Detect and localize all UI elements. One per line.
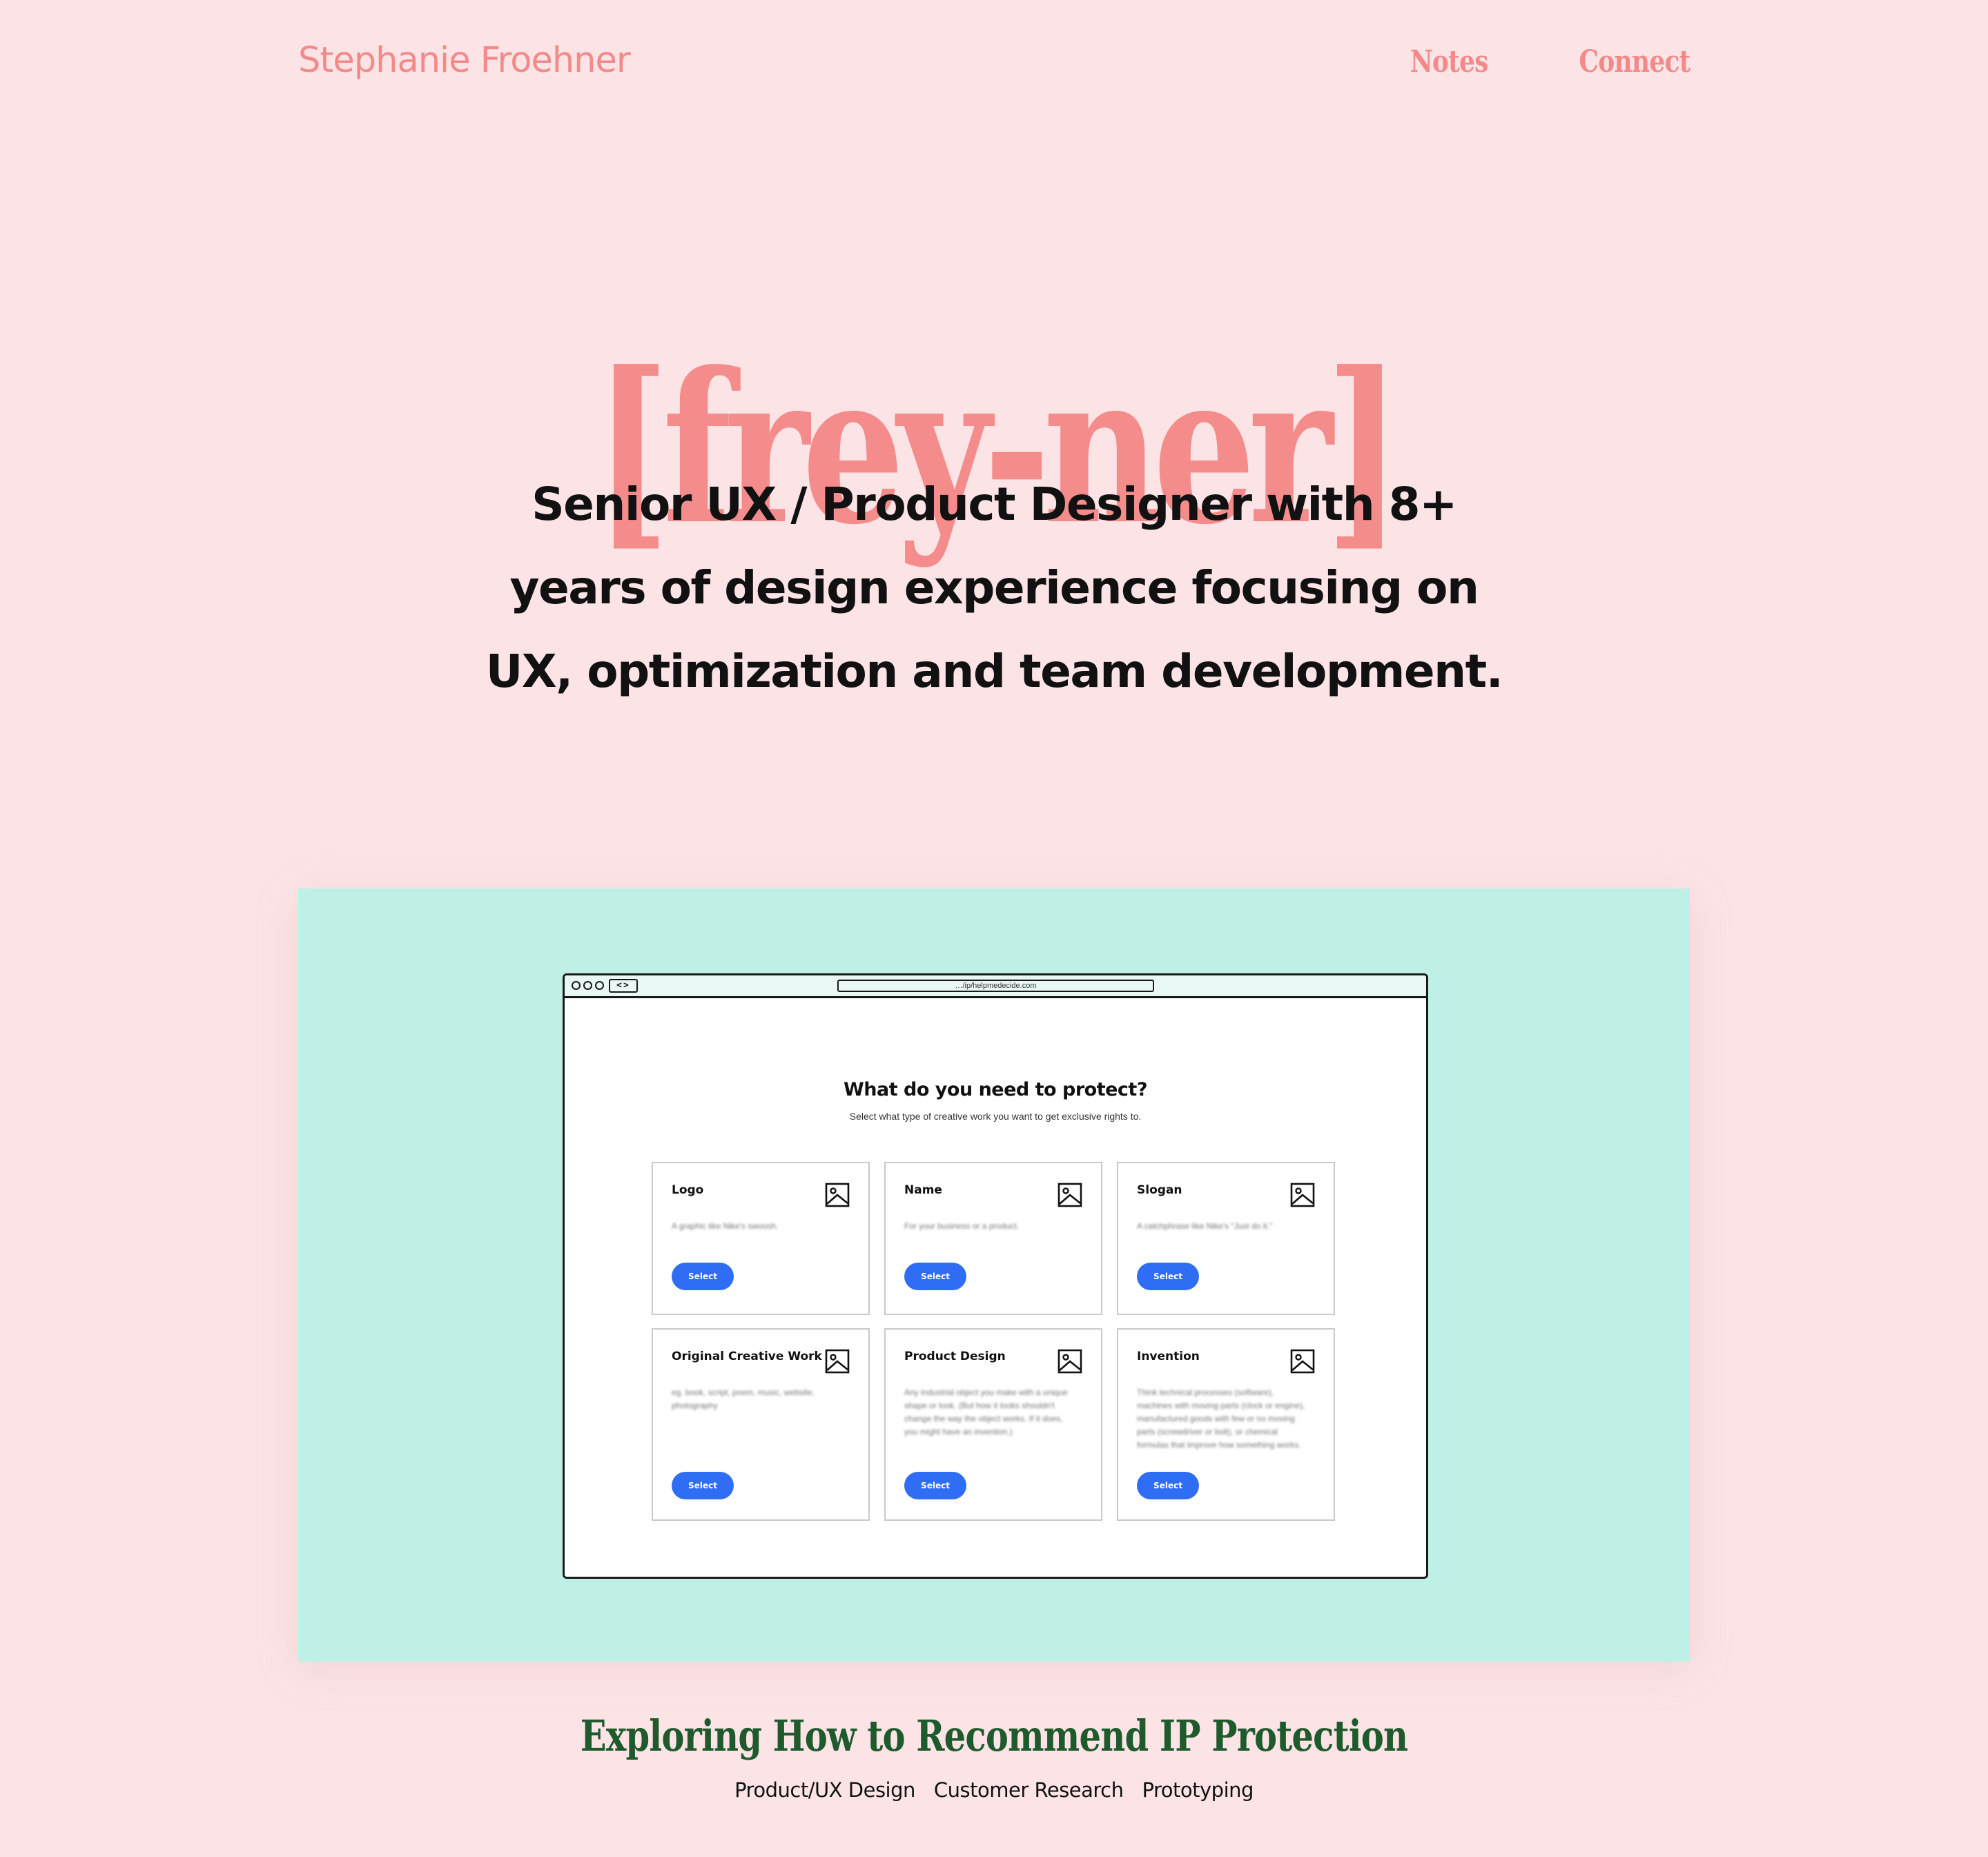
mockup-subtitle: Select what type of creative work you wa… [849,1111,1142,1122]
nav-notes[interactable]: Notes [1410,44,1489,79]
window-dot-icon [583,981,592,990]
option-title: Logo [672,1183,704,1197]
select-button[interactable]: Select [672,1472,734,1499]
nav-connect[interactable]: Connect [1579,44,1690,79]
project-title[interactable]: Exploring How to Recommend IP Protection [199,1711,1789,1761]
option-card-product-design: Product Design Any industrial object you… [884,1328,1102,1521]
option-card-invention: Invention Think technical processes (sof… [1117,1328,1335,1521]
tag-product-ux-design: Product/UX Design [734,1778,915,1802]
mockup-title: What do you need to protect? [844,1079,1148,1100]
select-button[interactable]: Select [904,1472,966,1499]
project-tags: Product/UX Design Customer Research Prot… [0,1778,1988,1802]
project-card[interactable]: <> …/ip/helpmedecide.com What do you nee… [298,888,1690,1662]
option-title: Name [904,1183,942,1197]
image-icon [825,1349,850,1374]
image-icon [825,1183,850,1207]
option-description: A catchphrase like Nike's "Just do it." [1137,1221,1273,1231]
option-description: For your business or a product. [904,1221,1020,1231]
select-button[interactable]: Select [904,1263,966,1290]
option-title: Slogan [1137,1183,1182,1197]
image-icon [1290,1183,1315,1207]
option-title: Invention [1137,1350,1200,1363]
option-description: eg. book, script, poem, music, website, … [672,1388,815,1410]
tag-customer-research: Customer Research [933,1778,1124,1802]
image-icon [1058,1349,1082,1374]
option-description: Think technical processes (software), ma… [1137,1388,1305,1450]
browser-mockup: <> …/ip/helpmedecide.com What do you nee… [563,973,1428,1579]
hero-tagline: Senior UX / Product Designer with 8+ yea… [485,478,1503,698]
option-card-original-creative-work: Original Creative Work eg. book, script,… [652,1328,870,1521]
image-icon [1290,1349,1315,1374]
url-bar: …/ip/helpmedecide.com [837,980,1154,992]
option-card-name: Name For your business or a product. Sel… [884,1162,1102,1315]
option-description: Any industrial object you make with a un… [904,1388,1068,1437]
back-forward-icon: <> [609,979,638,993]
window-dot-icon [572,981,581,990]
select-button[interactable]: Select [1137,1472,1199,1499]
option-card-slogan: Slogan A catchphrase like Nike's "Just d… [1117,1162,1335,1315]
tag-prototyping: Prototyping [1142,1778,1254,1802]
select-button[interactable]: Select [672,1263,734,1290]
option-description: A graphic like Nike's swoosh. [672,1221,779,1231]
option-card-logo: Logo A graphic like Nike's swoosh. Selec… [652,1162,870,1315]
brand-logo[interactable]: Stephanie Froehner [298,40,631,81]
window-dot-icon [595,981,604,990]
browser-toolbar: <> …/ip/helpmedecide.com [565,975,1426,998]
option-title: Original Creative Work [672,1350,822,1363]
main-nav: Notes Connect [1393,44,1690,79]
select-button[interactable]: Select [1137,1263,1199,1290]
image-icon [1058,1183,1082,1207]
option-title: Product Design [904,1350,1006,1363]
